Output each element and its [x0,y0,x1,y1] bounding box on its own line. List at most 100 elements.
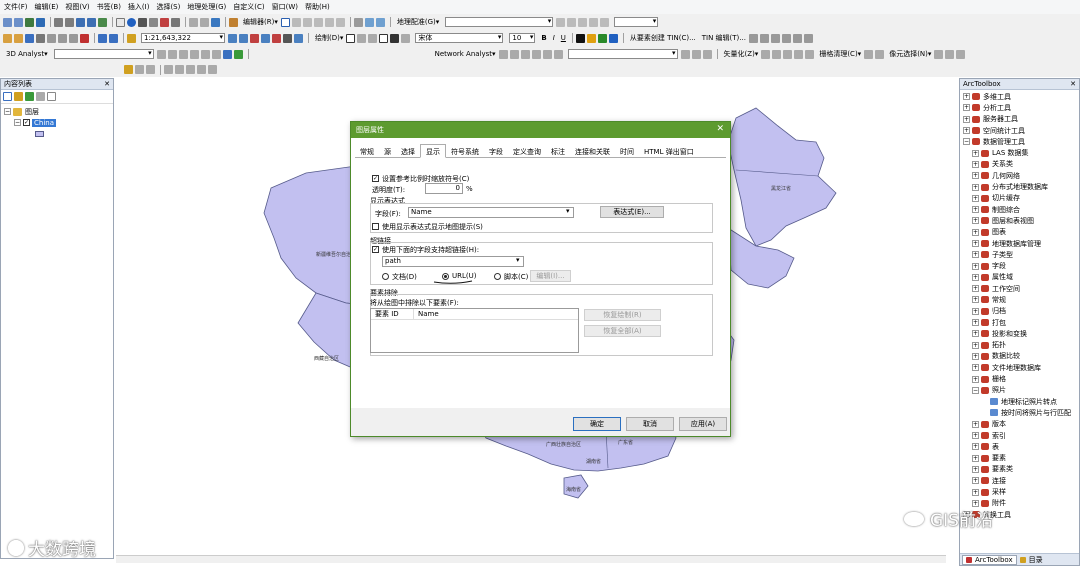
expand-icon[interactable]: + [972,217,979,225]
expand-icon[interactable]: + [972,341,979,349]
html-popup-icon[interactable] [171,17,180,27]
zoom-to-element-icon[interactable] [368,33,378,43]
add-data-icon[interactable] [127,33,136,43]
expand-icon[interactable]: + [972,319,979,327]
select-elements-icon[interactable] [116,17,125,27]
tab-4[interactable]: 符号系统 [446,146,484,158]
cell-selection-menu[interactable]: 像元选择(N)▾ [889,49,931,59]
expand-icon[interactable]: + [972,352,979,360]
vectorize-generate-icon[interactable] [794,49,804,59]
menu-item-8[interactable]: 窗口(W) [272,2,298,12]
viewer-icon[interactable] [200,17,209,27]
layout-select-icon[interactable] [135,65,144,74]
tab-1[interactable]: 源 [379,146,396,158]
tin-swap-icon[interactable] [792,33,802,43]
scale-georef-icon[interactable] [600,17,610,27]
menu-item-0[interactable]: 文件(F) [4,2,28,12]
excluded-features-list[interactable]: 要素 ID Name [370,308,579,353]
expand-icon[interactable]: + [972,160,979,168]
layout-tool-5-icon[interactable] [208,65,217,74]
time-slider-icon[interactable] [189,17,198,27]
network-directions-icon[interactable] [531,49,541,59]
new-document-icon[interactable] [3,33,12,43]
expand-icon[interactable]: + [972,194,979,202]
hyperlink-icon[interactable] [160,17,169,27]
font-color-icon[interactable] [575,33,585,43]
rectangle-icon[interactable] [379,33,389,43]
toolbox-item[interactable]: + 图层和表视图 [963,215,1079,226]
toolbox-item[interactable]: + 打包 [963,317,1079,328]
layout-edit-icon[interactable] [146,65,155,74]
raster-eraser-icon[interactable] [875,49,885,59]
toolbox-item[interactable]: + 分布式地理数据库 [963,181,1079,192]
network-build-2-icon[interactable] [691,49,701,59]
cut-icon[interactable] [47,33,56,43]
toolbox-item[interactable]: + 拓扑 [963,340,1079,351]
layers-node[interactable]: − 图层 [4,106,110,117]
forward-extent-icon[interactable] [87,17,96,27]
expand-icon[interactable]: + [963,93,970,101]
toolbox-item[interactable]: + 切片缓存 [963,193,1079,204]
rotate-georef-icon[interactable] [578,17,588,27]
network-build-icon[interactable] [542,49,552,59]
attributes-icon[interactable] [353,17,363,27]
tin-delete-icon[interactable] [781,33,791,43]
toolbox-item[interactable]: + 常规 [963,294,1079,305]
straight-segment-icon[interactable] [302,17,312,27]
menu-item-5[interactable]: 选择(S) [156,2,180,12]
restore-all-button[interactable]: 恢复全部(A) [584,325,661,337]
line-color-icon[interactable] [597,33,607,43]
catalog-window-icon[interactable] [250,33,259,43]
expand-icon[interactable]: + [972,477,979,485]
expand-icon[interactable]: + [972,262,979,270]
arcglobe-icon[interactable] [233,49,243,59]
cancel-button[interactable]: 取消 [626,417,674,431]
zoom-in-icon[interactable] [3,17,12,27]
tab-arctoolbox[interactable]: ArcToolbox [962,554,1017,565]
model-builder-icon[interactable] [294,33,303,43]
toolbox-item[interactable]: + 服务器工具 [963,114,1079,125]
fixed-zoom-out-icon[interactable] [65,17,74,27]
toolbox-item[interactable]: − 数据管理工具 [963,136,1079,147]
close-icon[interactable]: ✕ [716,124,724,134]
back-extent-icon[interactable] [76,17,85,27]
expand-icon[interactable]: + [972,375,979,383]
tin-edge-icon[interactable] [770,33,780,43]
font-combo[interactable]: 宋体 [415,33,504,43]
toolbox-item[interactable]: + 采样 [963,486,1079,497]
view-link-table-icon[interactable] [567,17,577,27]
tab-8[interactable]: 连接和关联 [570,146,615,158]
select-element-icon[interactable] [346,33,356,43]
expand-icon[interactable]: + [972,149,979,157]
toolbox-item[interactable]: + 连接 [963,475,1079,486]
close-icon[interactable]: ✕ [104,80,110,88]
marker-color-icon[interactable] [608,33,618,43]
expand-icon[interactable]: + [972,228,979,236]
menu-item-2[interactable]: 视图(V) [65,2,89,12]
expand-icon[interactable]: + [972,296,979,304]
chevron-down-icon[interactable]: ▾ [566,207,570,215]
search-window-icon[interactable] [261,33,270,43]
scale-combo[interactable]: 1:21,643,322 [141,33,225,43]
redo-icon[interactable] [109,33,118,43]
full-extent-icon[interactable] [36,17,45,27]
line-of-sight-icon[interactable] [178,49,188,59]
editor-toolbar-toggle-icon[interactable] [228,33,237,43]
tab-catalog[interactable]: 目录 [1017,555,1046,565]
field-select[interactable]: Name [408,207,574,218]
create-viewer-icon[interactable] [211,17,220,27]
layout-add-icon[interactable] [124,65,133,74]
script-radio[interactable] [494,273,501,280]
expand-icon[interactable]: + [972,285,979,293]
steepest-path-icon[interactable] [167,49,177,59]
create-features-icon[interactable] [375,17,385,27]
interpolate-point-icon[interactable] [189,49,199,59]
layer-symbol[interactable] [4,128,110,139]
toolbox-item[interactable]: + 多维工具 [963,91,1079,102]
toolbox-item[interactable]: + 地理数据库管理 [963,238,1079,249]
arctoolbox-icon[interactable] [272,33,281,43]
toolbox-item[interactable]: + 数据比较 [963,351,1079,362]
expand-icon[interactable]: + [972,273,979,281]
expand-icon[interactable]: + [972,488,979,496]
network-solve-icon[interactable] [520,49,530,59]
